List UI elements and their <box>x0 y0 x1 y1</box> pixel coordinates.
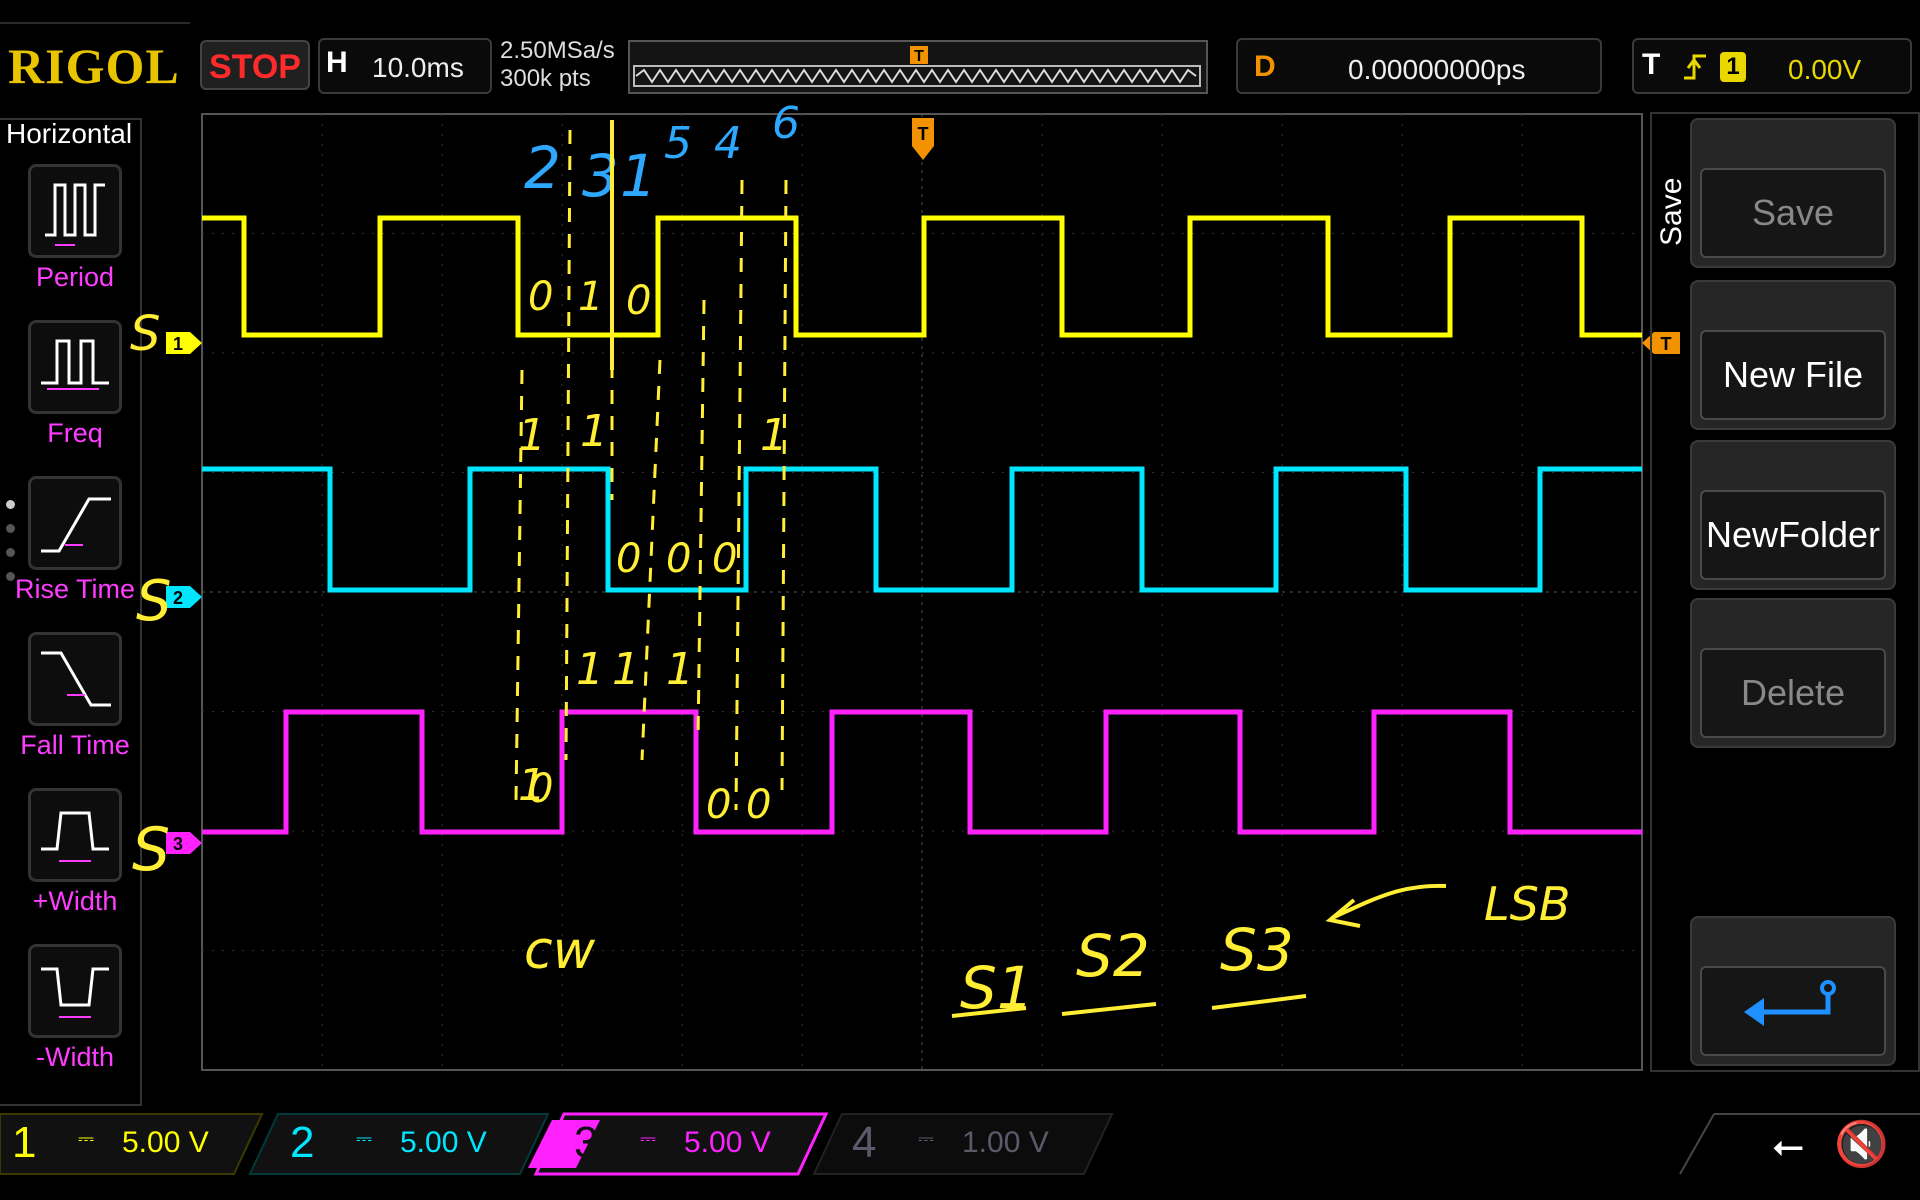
save-button[interactable]: Save <box>1690 118 1896 268</box>
step-number: 4 <box>714 118 742 169</box>
new-folder-label: NewFolder <box>1700 490 1886 580</box>
usb-icon: ⭠ <box>1772 1124 1804 1168</box>
channel-4-indicator[interactable]: 4 ⎓ 1.00 V <box>840 1114 1080 1176</box>
channel-2-indicator[interactable]: 2 ⎓ 5.00 V <box>278 1114 518 1176</box>
dc-coupling-icon: ⎓ <box>356 1128 372 1150</box>
dc-coupling-icon: ⎓ <box>78 1128 94 1150</box>
new-file-button[interactable]: New File <box>1690 280 1896 430</box>
bit-annotation: 1 <box>666 644 694 695</box>
step-number: 1 <box>620 142 657 210</box>
return-arrow-icon <box>1744 980 1836 1026</box>
step-number: 5 <box>664 118 692 169</box>
s-mark: S <box>132 815 170 885</box>
ch3-scale: 5.00 V <box>684 1126 771 1159</box>
dc-coupling-icon: ⎓ <box>918 1128 934 1150</box>
channel-1-indicator[interactable]: 1 ⎓ 5.00 V <box>0 1114 240 1176</box>
ch2-number: 2 <box>290 1118 315 1167</box>
return-button[interactable] <box>1690 916 1896 1066</box>
save-label: Save <box>1700 168 1886 258</box>
ch4-number: 4 <box>852 1118 877 1167</box>
channel-3-indicator[interactable]: 3 ⎓ 5.00 V <box>562 1114 802 1176</box>
bit-annotation: 0 <box>746 782 771 828</box>
delete-button[interactable]: Delete <box>1690 598 1896 748</box>
cw-annotation: cw <box>524 921 596 981</box>
s3-annotation: S3 <box>1220 916 1294 984</box>
s2-annotation: S2 <box>1076 922 1150 990</box>
annotation-dash-lines <box>514 129 788 811</box>
bit-annotation: 0 <box>528 766 553 812</box>
bit-annotation: 0 <box>712 536 737 582</box>
ch1-scale: 5.00 V <box>122 1126 209 1159</box>
lsb-annotation: LSB <box>1484 877 1570 931</box>
bit-annotation: 1 <box>580 406 608 457</box>
ch4-scale: 1.00 V <box>962 1126 1049 1159</box>
bit-annotation: 0 <box>666 536 691 582</box>
s-mark: S <box>130 306 160 362</box>
new-file-label: New File <box>1700 330 1886 420</box>
mute-icon[interactable]: 🔇 <box>1834 1118 1889 1170</box>
ch2-scale: 5.00 V <box>400 1126 487 1159</box>
delete-label: Delete <box>1700 648 1886 738</box>
s-mark: S <box>136 569 172 634</box>
ch1-number: 1 <box>12 1118 37 1167</box>
bit-annotation: 0 <box>528 274 553 320</box>
bit-annotation: 0 <box>626 278 651 324</box>
return-button-face <box>1700 966 1886 1056</box>
step-number: 6 <box>772 98 800 149</box>
dc-coupling-icon: ⎓ <box>640 1128 656 1150</box>
ch3-number: 3 <box>574 1118 599 1167</box>
new-folder-button[interactable]: NewFolder <box>1690 440 1896 590</box>
bit-annotation: 0 <box>616 536 641 582</box>
step-number: 2 <box>524 134 561 202</box>
handwritten-annotations: 2 3 1 5 4 6 0 1 0 1 1 1 0 0 0 1 1 1 1 0 … <box>130 98 1570 1022</box>
bit-annotation: 1 <box>612 644 640 695</box>
bit-annotation: 0 <box>706 782 731 828</box>
bit-annotation: 1 <box>576 644 604 695</box>
bit-annotation: 1 <box>578 274 603 320</box>
